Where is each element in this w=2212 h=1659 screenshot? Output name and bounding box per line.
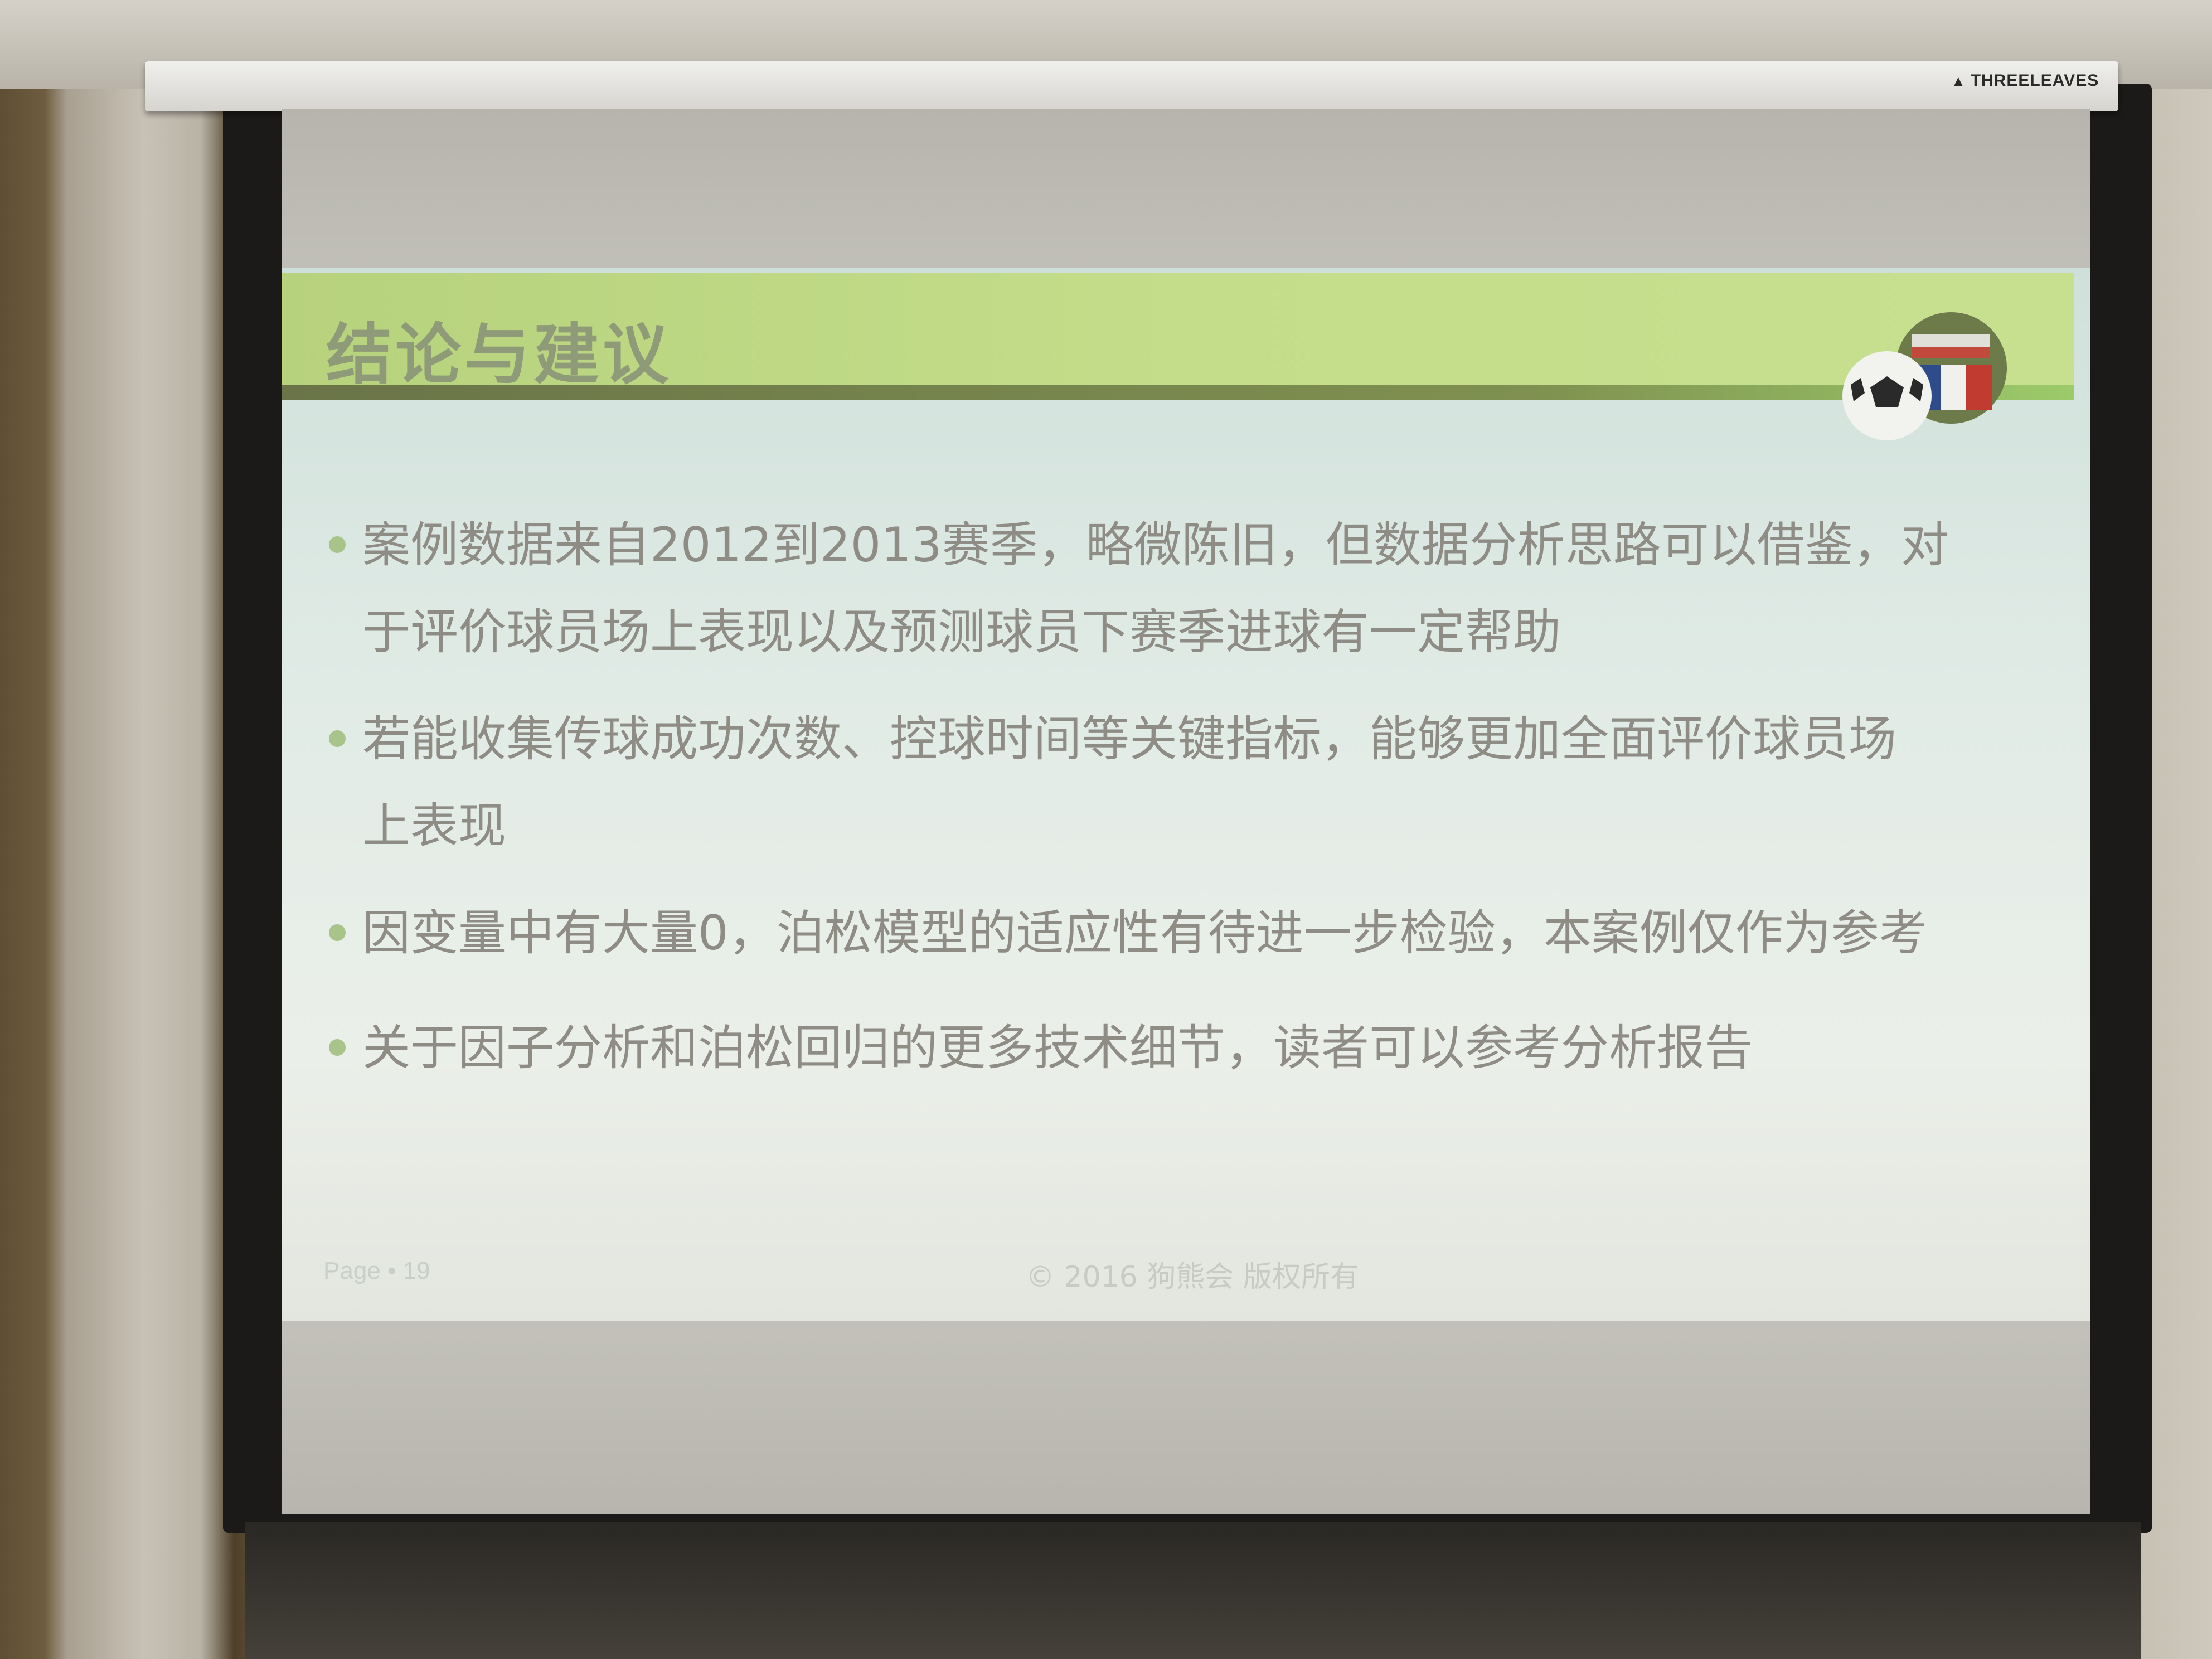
soccer-ball-icon <box>1842 312 2007 440</box>
screen-brand-label: ▲ THREELEAVES <box>1951 71 2099 90</box>
list-item: 因变量中有大量0，泊松模型的适应性有待进一步检验，本案例仅作为参考 <box>323 890 2029 977</box>
bullet-text-line: 于评价球员场上表现以及预测球员下赛季进球有一定帮助 <box>362 604 1561 660</box>
screen-bottom-bar <box>245 1522 2141 1659</box>
bullet-text-line: 关于因子分析和泊松回归的更多技术细节，读者可以参考分析报告 <box>362 1020 1753 1076</box>
list-item: 案例数据来自2012到2013赛季，略微陈旧，但数据分析思路可以借鉴，对 于评价… <box>323 502 2029 676</box>
list-item: 若能收集传球成功次数、控球时间等关键指标，能够更加全面评价球员场 上表现 <box>323 696 2029 870</box>
bullet-icon <box>329 730 346 747</box>
bullet-icon <box>329 1039 346 1056</box>
list-item: 关于因子分析和泊松回归的更多技术细节，读者可以参考分析报告 <box>323 1005 2029 1092</box>
bullet-list: 案例数据来自2012到2013赛季，略微陈旧，但数据分析思路可以借鉴，对 于评价… <box>323 502 2029 1092</box>
bullet-text-line: 若能收集传球成功次数、控球时间等关键指标，能够更加全面评价球员场 <box>362 711 1896 767</box>
screen-housing <box>145 61 2118 111</box>
slide-title: 结论与建议 <box>326 316 672 393</box>
brand-logo-icon: ▲ <box>1951 72 1966 89</box>
copyright-notice: © 2016 狗熊会 版权所有 <box>1026 1260 1359 1294</box>
bullet-text-line: 上表现 <box>362 798 506 854</box>
bullet-icon <box>329 924 346 941</box>
bullet-text-line: 案例数据来自2012到2013赛季，略微陈旧，但数据分析思路可以借鉴，对 <box>362 517 1949 573</box>
bullet-icon <box>329 536 346 553</box>
page-number: Page • 19 <box>323 1257 430 1284</box>
bullet-text-line: 因变量中有大量0，泊松模型的适应性有待进一步检验，本案例仅作为参考 <box>362 905 1927 961</box>
